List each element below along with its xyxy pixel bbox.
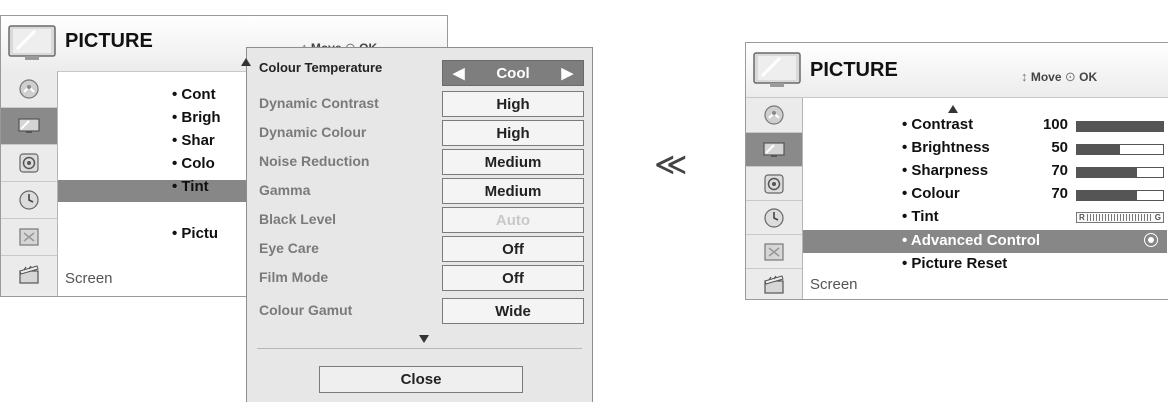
lock-icon	[762, 240, 786, 264]
scroll-down-icon	[419, 335, 429, 343]
tv-icon	[7, 24, 57, 62]
label-dynamic-colour: Dynamic Colour	[259, 124, 367, 140]
dynamic-contrast-value[interactable]: High	[442, 91, 584, 117]
audio-icon	[17, 151, 41, 175]
picture-category[interactable]	[746, 133, 802, 167]
contrast-value: 100	[1042, 116, 1068, 133]
scroll-up-icon	[948, 105, 958, 113]
audio-category[interactable]	[746, 167, 802, 201]
menu-item-colour[interactable]: • Colour	[902, 185, 960, 202]
category-sidebar	[1, 71, 58, 296]
nav-hint: ↕ Move ⊙ OK	[1021, 69, 1098, 84]
ok-select-icon[interactable]	[1144, 233, 1158, 247]
setup-category[interactable]	[746, 98, 802, 133]
move-arrows-icon: ↕	[1021, 69, 1028, 84]
menu-item-tint[interactable]: • Tint	[902, 208, 939, 225]
audio-category[interactable]	[1, 145, 57, 182]
menu-item-brightness[interactable]: • Brigh	[172, 109, 221, 126]
menu-item-advanced-control[interactable]: • Adva	[172, 201, 218, 218]
picture-category[interactable]	[1, 108, 57, 145]
film-mode-value[interactable]: Off	[442, 265, 584, 291]
colour-gamut-value[interactable]: Wide	[442, 298, 584, 324]
label-noise-reduction: Noise Reduction	[259, 153, 370, 169]
satellite-icon	[17, 77, 41, 101]
dynamic-colour-value[interactable]: High	[442, 120, 584, 146]
colour-value: 70	[1051, 185, 1068, 202]
tint-slider[interactable]: R G	[1076, 212, 1164, 223]
clock-icon	[762, 206, 786, 230]
audio-icon	[762, 172, 786, 196]
ok-icon: ⊙	[1064, 69, 1076, 84]
clapper-icon	[762, 272, 786, 296]
label-dynamic-contrast: Dynamic Contrast	[259, 95, 379, 111]
selected-row-highlight	[58, 180, 246, 202]
sharpness-bar[interactable]	[1076, 167, 1164, 178]
menu-header: PICTURE ↕ Move ⊙ OK	[746, 43, 1168, 98]
picture-icon	[17, 114, 41, 138]
divider	[257, 348, 582, 349]
close-button[interactable]: Close	[319, 366, 523, 393]
lock-category[interactable]	[746, 235, 802, 269]
label-gamma: Gamma	[259, 182, 311, 198]
sharpness-value: 70	[1051, 162, 1068, 179]
tv-icon	[752, 51, 802, 89]
time-category[interactable]	[746, 201, 802, 235]
brightness-bar[interactable]	[1076, 144, 1164, 155]
screen-category[interactable]	[1, 256, 57, 292]
label-eye-care: Eye Care	[259, 240, 319, 256]
menu-title: PICTURE	[65, 30, 153, 52]
colour-bar[interactable]	[1076, 190, 1164, 201]
label-colour-gamut: Colour Gamut	[259, 302, 353, 318]
noise-reduction-value[interactable]: Medium	[442, 149, 584, 175]
menu-item-advanced-control[interactable]: • Advanced Control	[902, 232, 1040, 249]
clock-icon	[17, 188, 41, 212]
setup-category[interactable]	[1, 71, 57, 108]
menu-title: PICTURE	[810, 59, 898, 81]
scroll-up-icon	[241, 58, 251, 66]
label-black-level: Black Level	[259, 211, 337, 227]
lock-icon	[17, 225, 41, 249]
tint-scale	[1086, 214, 1153, 221]
eye-care-value[interactable]: Off	[442, 236, 584, 262]
time-category[interactable]	[1, 182, 57, 219]
category-sidebar	[746, 98, 803, 299]
lock-category[interactable]	[1, 219, 57, 256]
screen-label: Screen	[65, 270, 113, 287]
right-picture-menu: PICTURE ↕ Move ⊙ OK • Contrast 100 • Bri…	[745, 42, 1168, 300]
back-arrow-symbol: ≪	[654, 145, 688, 183]
brightness-value: 50	[1051, 139, 1068, 156]
clapper-icon	[17, 262, 41, 286]
menu-item-sharpness[interactable]: • Sharpness	[902, 162, 988, 179]
menu-item-picture-reset[interactable]: • Pictu	[172, 225, 218, 242]
menu-item-contrast[interactable]: • Cont	[172, 86, 216, 103]
menu-item-colour[interactable]: • Colo	[172, 155, 215, 172]
menu-item-contrast[interactable]: • Contrast	[902, 116, 973, 133]
menu-item-tint[interactable]: • Tint	[172, 178, 209, 195]
picture-icon	[762, 138, 786, 162]
tint-green-label: G	[1154, 213, 1161, 222]
tint-red-label: R	[1079, 213, 1085, 222]
advanced-control-popup: Colour Temperature ◀ Cool ▶ Dynamic Cont…	[241, 47, 593, 402]
satellite-icon	[762, 103, 786, 127]
screen-category[interactable]	[746, 269, 802, 299]
menu-item-brightness[interactable]: • Brightness	[902, 139, 990, 156]
black-level-value: Auto	[442, 207, 584, 233]
menu-item-picture-reset[interactable]: • Picture Reset	[902, 255, 1007, 272]
screen-label: Screen	[810, 276, 858, 293]
colour-temperature-selector[interactable]: ◀ Cool ▶	[442, 60, 584, 86]
gamma-value[interactable]: Medium	[442, 178, 584, 204]
label-colour-temperature: Colour Temperature	[259, 60, 383, 75]
contrast-bar[interactable]	[1076, 121, 1164, 132]
menu-item-sharpness[interactable]: • Shar	[172, 132, 215, 149]
label-film-mode: Film Mode	[259, 269, 329, 285]
right-arrow-icon[interactable]: ▶	[561, 64, 573, 82]
left-arrow-icon[interactable]: ◀	[453, 64, 465, 82]
